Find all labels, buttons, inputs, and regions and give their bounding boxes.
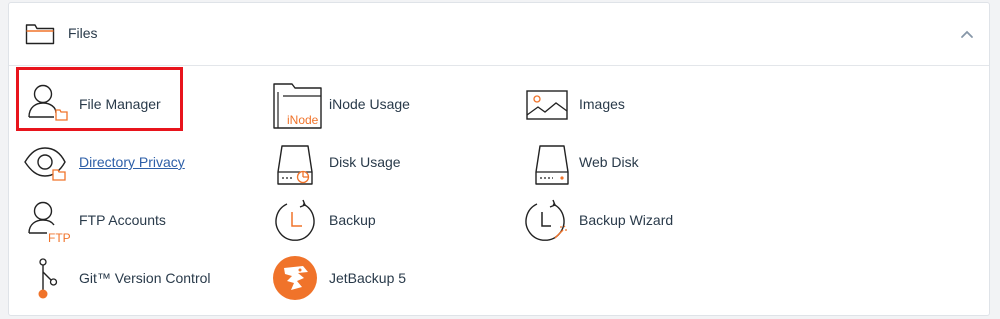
- svg-text:iNode: iNode: [287, 113, 319, 127]
- git-version-control-label: Git™ Version Control: [79, 270, 211, 286]
- panel-header[interactable]: Files: [9, 3, 989, 66]
- svg-text:FTP: FTP: [48, 231, 71, 244]
- files-panel: Files File Manager iNode iNode Usage Ima…: [8, 2, 990, 316]
- backup-wizard-label: Backup Wizard: [579, 212, 674, 228]
- git-version-control-link[interactable]: Git™ Version Control: [23, 256, 223, 302]
- folder-icon: [25, 23, 55, 50]
- disk-usage-link[interactable]: Disk Usage: [273, 140, 433, 186]
- directory-privacy-icon: [23, 140, 69, 189]
- images-icon: [523, 82, 571, 127]
- backup-label: Backup: [329, 212, 376, 228]
- backup-wizard-icon: [523, 198, 569, 249]
- chevron-up-icon[interactable]: [959, 27, 975, 41]
- file-manager-link[interactable]: File Manager: [23, 82, 183, 128]
- backup-wizard-link[interactable]: Backup Wizard: [523, 198, 693, 244]
- ftp-accounts-icon: FTP: [23, 198, 73, 249]
- images-label: Images: [579, 96, 625, 112]
- web-disk-link[interactable]: Web Disk: [523, 140, 683, 186]
- web-disk-label: Web Disk: [579, 154, 639, 170]
- directory-privacy-label[interactable]: Directory Privacy: [79, 154, 185, 170]
- jetbackup-label: JetBackup 5: [329, 270, 407, 286]
- ftp-accounts-link[interactable]: FTP FTP Accounts: [23, 198, 183, 245]
- jetbackup-icon: [273, 256, 319, 307]
- jetbackup-link[interactable]: JetBackup 5: [273, 256, 433, 302]
- disk-usage-label: Disk Usage: [329, 154, 401, 170]
- file-manager-icon: [23, 82, 69, 127]
- disk-usage-icon: [273, 140, 319, 191]
- panel-title: Files: [68, 25, 98, 41]
- web-disk-icon: [523, 140, 569, 191]
- inode-usage-icon: iNode: [273, 82, 323, 135]
- backup-link[interactable]: Backup: [273, 198, 433, 244]
- file-manager-label: File Manager: [79, 96, 161, 112]
- ftp-accounts-label: FTP Accounts: [79, 212, 166, 228]
- inode-usage-link[interactable]: iNode iNode Usage: [273, 82, 433, 129]
- git-version-control-icon: [23, 256, 69, 307]
- inode-usage-label: iNode Usage: [329, 96, 410, 112]
- backup-icon: [273, 198, 319, 249]
- directory-privacy-link[interactable]: Directory Privacy: [23, 140, 193, 186]
- images-link[interactable]: Images: [523, 82, 683, 128]
